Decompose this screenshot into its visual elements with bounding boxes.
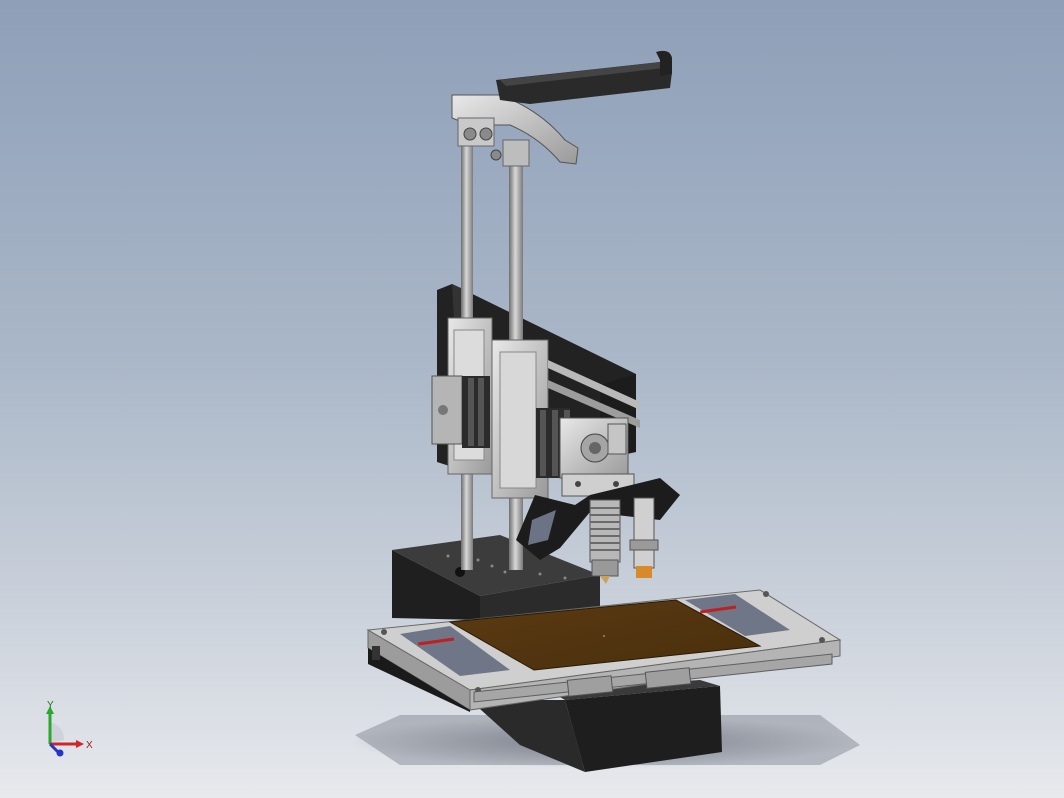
spool-holder-arm[interactable] (496, 50, 672, 104)
x-axis-label: X (86, 740, 93, 751)
axis-triad[interactable]: Y X (36, 700, 96, 760)
y-axis-label: Y (47, 700, 54, 711)
triad-plane-icon (50, 722, 64, 742)
graphics-viewport[interactable]: Y X (0, 0, 1064, 798)
extruder-assembly[interactable] (559, 417, 635, 497)
printer-model[interactable] (0, 0, 1064, 798)
base-block[interactable] (392, 535, 600, 620)
z-axis-dot-icon (56, 749, 64, 757)
left-stepper-motor[interactable] (431, 375, 490, 448)
bed-level-sensor[interactable] (629, 497, 659, 578)
hotend[interactable] (589, 499, 621, 584)
x-axis-arrow-icon (76, 740, 84, 748)
